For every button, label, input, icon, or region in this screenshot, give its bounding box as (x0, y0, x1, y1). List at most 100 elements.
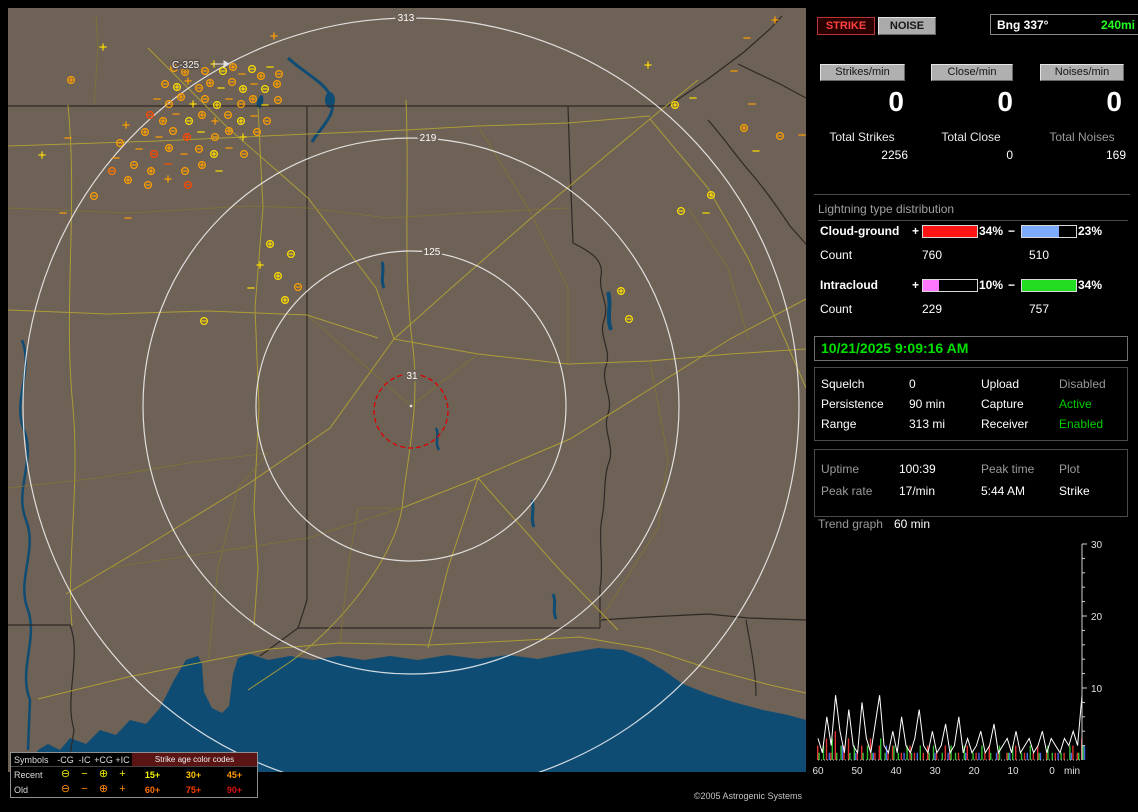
noises-per-min-button[interactable]: Noises/min (1040, 64, 1124, 81)
peak-rate-label: Peak rate (821, 484, 899, 498)
svg-text:30: 30 (929, 766, 941, 777)
cg-negative-count: 510 (1029, 248, 1049, 262)
close-per-min-value: 0 (931, 86, 1019, 118)
ring-label-31: 31 (406, 371, 418, 382)
status-row: Squelch 0 Upload Disabled (815, 374, 1127, 394)
range-label: Range (821, 417, 909, 431)
svg-text:10: 10 (1091, 684, 1103, 695)
squelch-value: 0 (909, 377, 981, 391)
strikes-per-min-value: 0 (820, 86, 910, 118)
legend-header-cg-neg: -CG (56, 755, 75, 765)
svg-text:10: 10 (1007, 766, 1019, 777)
uptime-label: Uptime (821, 462, 899, 476)
age-code-15: 15+ (132, 770, 173, 780)
total-close-label: Total Close (929, 130, 1013, 144)
noise-indicator-button[interactable]: NOISE (878, 17, 936, 35)
peak-rate-value: 17/min (899, 484, 981, 498)
plot-value: Strike (1059, 484, 1127, 498)
legend-recent-label: Recent (11, 770, 56, 780)
distribution-title: Lightning type distribution (818, 202, 1128, 221)
divider (814, 194, 1130, 195)
capture-label: Capture (981, 397, 1059, 411)
status-row: Range 313 mi Receiver Enabled (815, 414, 1127, 434)
bearing-box: Bng 337° 240mi (990, 14, 1138, 35)
ic-minus-symbol-icon: − (75, 769, 94, 780)
plus-sign: + (912, 278, 919, 292)
svg-text:min: min (1064, 766, 1080, 777)
info-row: Peak rate 17/min 5:44 AM Strike (815, 480, 1127, 502)
svg-text:50: 50 (851, 766, 863, 777)
cg-negative-pct: 23% (1078, 224, 1102, 238)
cloud-ground-row: Cloud-ground + 34% − 23% (812, 224, 1134, 238)
clock-display: 10/21/2025 9:09:16 AM (814, 336, 1128, 361)
receiver-center-marker (410, 405, 413, 408)
app-window: { "copyright": "©2005 Astrogenic Systems… (0, 0, 1138, 812)
cg-plus-symbol-icon: ⊕ (94, 769, 113, 780)
intracloud-label: Intracloud (820, 278, 878, 292)
trend-graph: 1020306050403020100min (812, 532, 1134, 802)
plus-sign: + (912, 224, 919, 238)
ic-negative-bar (1021, 279, 1077, 292)
ic-plus-symbol-icon: + (113, 769, 132, 780)
legend-symbols-label: Symbols (11, 755, 56, 765)
bearing-label: Bng 337° (997, 18, 1048, 32)
cg-positive-count: 760 (922, 248, 942, 262)
trend-graph-label: Trend graph (818, 517, 883, 531)
total-strikes-value: 2256 (816, 148, 922, 162)
legend-header-ic-neg: -IC (75, 755, 94, 765)
svg-text:0: 0 (1049, 766, 1055, 777)
intracloud-row: Intracloud + 10% − 34% (812, 278, 1134, 292)
ic-positive-bar (922, 279, 978, 292)
cg-positive-pct: 34% (979, 224, 1003, 238)
svg-text:60: 60 (812, 766, 824, 777)
receiver-label: Receiver (981, 417, 1059, 431)
lightning-map[interactable]: 313 219 125 31 C-325 (8, 8, 806, 772)
ring-label-313: 313 (398, 13, 415, 24)
persistence-label: Persistence (821, 397, 909, 411)
cg-minus-symbol-icon: ⊖ (56, 769, 75, 780)
ic-positive-count: 229 (922, 302, 942, 316)
total-noises-label: Total Noises (1038, 130, 1126, 144)
ring-label-219: 219 (420, 133, 437, 144)
count-label: Count (820, 248, 852, 262)
uptime-value: 100:39 (899, 462, 981, 476)
peak-time-label: Peak time (981, 462, 1059, 476)
legend-header-row: Symbols -CG -IC +CG +IC Strike age color… (11, 753, 257, 767)
total-close-value: 0 (929, 148, 1023, 162)
svg-text:20: 20 (968, 766, 980, 777)
ic-negative-count: 757 (1029, 302, 1049, 316)
squelch-label: Squelch (821, 377, 909, 391)
age-code-30: 30+ (173, 770, 214, 780)
bearing-range: 240mi (1101, 18, 1135, 32)
storm-cell-label: C-325 (172, 60, 200, 71)
trend-graph-window: 60 min (894, 517, 930, 531)
minus-sign: − (1008, 224, 1015, 238)
svg-text:40: 40 (890, 766, 902, 777)
status-box: Squelch 0 Upload Disabled Persistence 90… (814, 367, 1128, 441)
age-code-45: 45+ (214, 770, 255, 780)
capture-status: Active (1059, 397, 1127, 411)
cloud-ground-label: Cloud-ground (820, 224, 899, 238)
ring-label-125: 125 (424, 247, 441, 258)
total-noises-value: 169 (1038, 148, 1130, 162)
info-row: Uptime 100:39 Peak time Plot (815, 458, 1127, 480)
map-panel: 313 219 125 31 C-325 Symbols -CG -IC +CG… (8, 8, 806, 804)
close-per-min-button[interactable]: Close/min (931, 64, 1013, 81)
strikes-per-min-button[interactable]: Strikes/min (820, 64, 905, 81)
intracloud-count-row: Count 229 757 (812, 302, 1134, 316)
receiver-status: Enabled (1059, 417, 1127, 431)
persistence-value: 90 min (909, 397, 981, 411)
strike-indicator-button[interactable]: STRIKE (817, 17, 875, 35)
cg-negative-bar (1021, 225, 1077, 238)
range-value: 313 mi (909, 417, 981, 431)
upload-label: Upload (981, 377, 1059, 391)
copyright-text: ©2005 Astrogenic Systems (8, 791, 802, 801)
legend-age-title: Strike age color codes (132, 753, 257, 766)
sidebar: STRIKE NOISE Bng 337° 240mi Strikes/min … (812, 8, 1134, 806)
cg-positive-bar (922, 225, 978, 238)
status-row: Persistence 90 min Capture Active (815, 394, 1127, 414)
legend-header-cg-pos: +CG (94, 755, 113, 765)
count-label: Count (820, 302, 852, 316)
minus-sign: − (1008, 278, 1015, 292)
total-strikes-label: Total Strikes (816, 130, 908, 144)
